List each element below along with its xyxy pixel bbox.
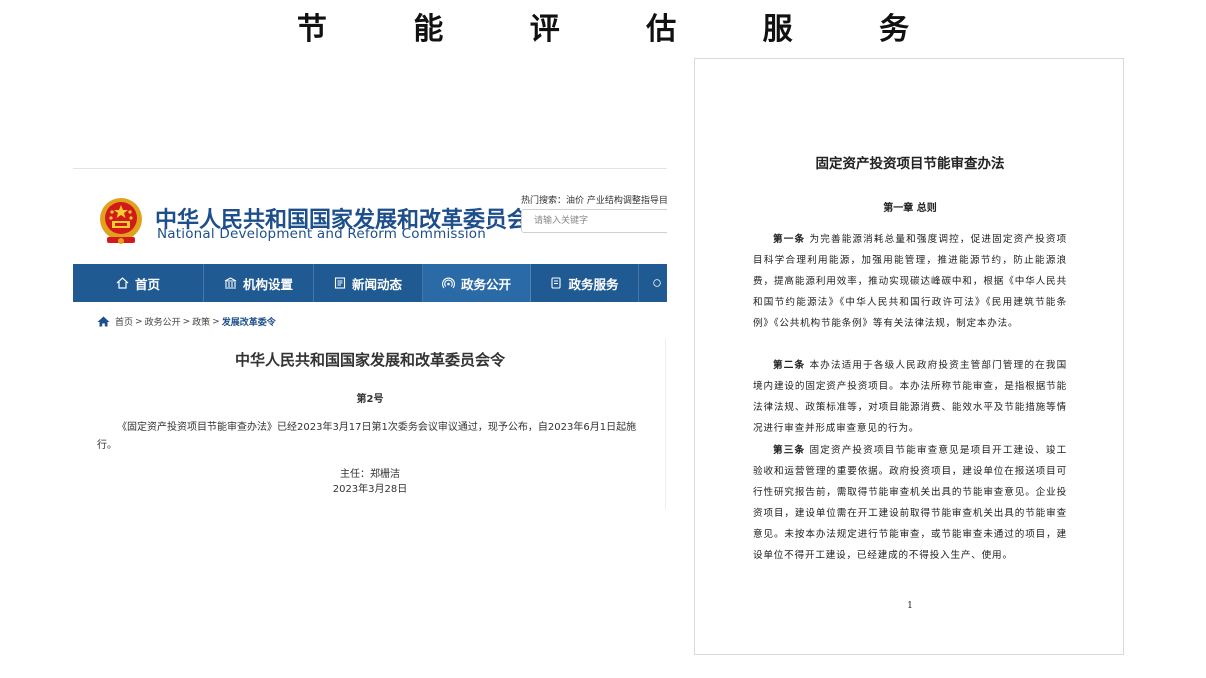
- breadcrumb-item[interactable]: 政策: [192, 315, 210, 328]
- document-icon: [551, 277, 562, 289]
- breadcrumb-separator: >: [135, 316, 143, 327]
- article-label: 第二条: [773, 360, 806, 371]
- article-text: 为完善能源消耗总量和强度调控，促进固定资产投资项目科学合理利用能源，加强用能管理…: [753, 234, 1067, 329]
- order-title: 中华人民共和国国家发展和改革委员会令: [234, 351, 505, 369]
- breadcrumb-home[interactable]: 首页: [115, 315, 133, 328]
- main-nav: 首页 机构设置 新闻动态 政务公开 政务服务: [73, 264, 667, 302]
- institution-icon: [224, 277, 237, 289]
- article-text: 本办法适用于各级人民政府投资主管部门管理的在我国境内建设的固定资产投资项目。本办…: [753, 360, 1067, 434]
- nav-item-more[interactable]: [639, 264, 667, 302]
- site-header: 中华人民共和国国家发展和改革委员会 National Development a…: [73, 169, 667, 264]
- nav-label: 政务服务: [568, 276, 619, 292]
- hot-search-links[interactable]: 热门搜索：油价 产业结构调整指导目: [521, 193, 667, 206]
- broadcast-icon: [441, 277, 455, 289]
- home-icon: [116, 277, 129, 289]
- sign-date: 2023年3月28日: [332, 484, 408, 495]
- breadcrumb: 首页 > 政务公开 > 政策 > 发展改革委令: [97, 315, 276, 328]
- breadcrumb-separator: >: [182, 316, 191, 327]
- regulation-document: 固定资产投资项目节能审查办法 第一章 总则 第一条 为完善能源消耗总量和强度调控…: [694, 58, 1124, 655]
- nav-item-services[interactable]: 政务服务: [531, 264, 639, 302]
- nav-item-institution[interactable]: 机构设置: [204, 264, 314, 302]
- article-3: 第三条 固定资产投资项目节能审查意见是项目开工建设、竣工验收和运营管理的重要依据…: [753, 440, 1067, 566]
- article-1: 第一条 为完善能源消耗总量和强度调控，促进固定资产投资项目科学合理利用能源，加强…: [753, 229, 1067, 334]
- article-text: 固定资产投资项目节能审查意见是项目开工建设、竣工验收和运营管理的重要依据。政府投…: [753, 445, 1067, 561]
- breadcrumb-current[interactable]: 发展改革委令: [222, 315, 276, 328]
- ndrc-website-panel: 中华人民共和国国家发展和改革委员会 National Development a…: [73, 168, 667, 509]
- breadcrumb-item[interactable]: 政务公开: [145, 315, 181, 328]
- order-body: 《固定资产投资项目节能审查办法》已经2023年3月17日第1次委务会议审议通过，…: [97, 422, 637, 451]
- nav-label: 新闻动态: [351, 276, 402, 292]
- nav-label: 政务公开: [460, 276, 511, 292]
- home-icon[interactable]: [97, 316, 110, 327]
- page-number: 1: [907, 601, 913, 611]
- signature-block: 主任：郑栅洁 2023年3月28日: [73, 467, 667, 497]
- breadcrumb-separator: >: [212, 316, 220, 327]
- signer: 主任：郑栅洁: [340, 469, 400, 480]
- slide-title: 节 能 评 估 服 务: [296, 12, 948, 47]
- nav-item-home[interactable]: 首页: [73, 264, 204, 302]
- search-input[interactable]: 请输入关键字: [521, 209, 667, 233]
- news-icon: [334, 277, 346, 289]
- nav-label: 机构设置: [242, 276, 293, 292]
- nav-label: 首页: [134, 276, 160, 292]
- article-2: 第二条 本办法适用于各级人民政府投资主管部门管理的在我国境内建设的固定资产投资项…: [753, 355, 1067, 439]
- clock-icon: [653, 279, 661, 287]
- document-title: 固定资产投资项目节能审查办法: [815, 156, 1005, 172]
- national-emblem-icon: [100, 198, 142, 244]
- nav-item-public-affairs[interactable]: 政务公开: [423, 264, 531, 302]
- brand-name-en: National Development and Reform Commissi…: [157, 226, 487, 242]
- article-label: 第一条: [773, 234, 806, 245]
- nav-item-news[interactable]: 新闻动态: [314, 264, 423, 302]
- order-number: 第2号: [356, 394, 384, 405]
- article-label: 第三条: [773, 445, 806, 456]
- chapter-heading: 第一章 总则: [883, 203, 937, 214]
